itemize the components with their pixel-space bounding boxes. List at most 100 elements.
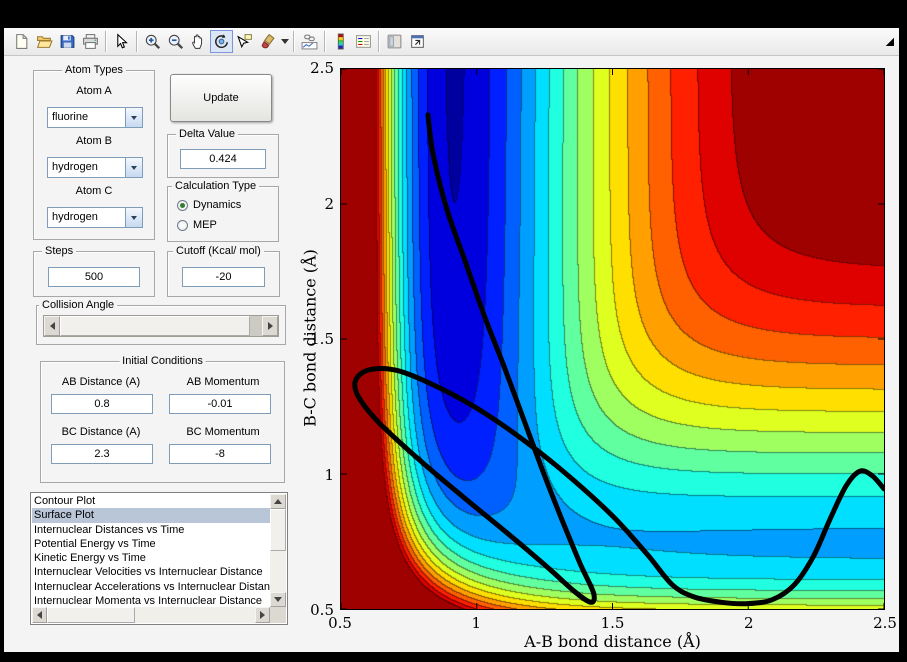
horizontal-scrollbar-thumb[interactable] [47,607,135,623]
ab-distance-input[interactable] [51,394,153,414]
delta-value-input[interactable] [180,149,266,169]
x-tick-label: 1 [471,614,482,632]
list-item[interactable]: Internuclear Accelerations vs Internucle… [32,580,270,594]
list-item[interactable]: Internuclear Distances vs Time [32,523,270,537]
atom-b-select[interactable]: hydrogen [47,157,143,178]
cutoff-panel: Cutoff (Kcal/ mol) [167,245,280,297]
radio-unselected-icon [177,219,188,231]
atom-c-value: hydrogen [52,211,98,223]
x-tick-label: 2.5 [873,614,897,632]
scroll-left-button[interactable] [32,607,47,623]
radio-dynamics[interactable]: Dynamics [177,199,241,211]
plot-type-list: Contour Plot Surface Plot Internuclear Dis… [32,494,270,607]
atom-c-select[interactable]: hydrogen [47,207,143,228]
update-button[interactable]: Update [170,74,272,122]
show-plot-tools-dock-figure-button[interactable] [406,30,429,53]
bc-momentum-input[interactable] [169,444,271,464]
toolbar [4,28,899,56]
app-window: Atom Types Atom A fluorine Atom B hydrog… [4,28,899,652]
radio-dynamics-label: Dynamics [193,199,242,211]
y-tick-label: 1 [324,465,334,484]
zoom-in-button[interactable] [141,30,164,53]
toolbar-separator [136,31,138,52]
bc-momentum-label: BC Momentum [186,426,260,438]
x-tick-label: 2 [743,614,754,632]
list-vertical-scrollbar[interactable] [270,494,286,607]
list-item[interactable]: Kinetic Energy vs Time [32,551,270,565]
toolbar-overflow-icon[interactable] [886,38,894,46]
cutoff-title: Cutoff (Kcal/ mol) [173,245,264,257]
slider-left-arrow-button[interactable] [44,316,60,336]
chevron-down-icon[interactable] [125,158,142,177]
new-figure-icon [16,34,28,49]
save-figure-button[interactable] [56,30,79,53]
initial-conditions-panel: Initial Conditions AB Distance (A) AB Mo… [40,355,285,483]
zoom-out-button[interactable] [164,30,187,53]
y-tick-label: 0.5 [310,601,334,619]
atom-b-value: hydrogen [52,161,98,173]
show-plot-tools-dock-figure-icon [411,35,424,48]
scroll-down-button[interactable] [270,592,286,607]
data-cursor-icon [237,34,252,49]
y-tick-label: 2.5 [310,59,334,77]
scroll-up-button[interactable] [270,494,286,509]
rotate-3d-button[interactable] [210,30,233,53]
x-tick-labels: 0.5 1 1.5 2 2.5 [328,614,897,634]
new-figure-button[interactable] [10,30,33,53]
insert-colorbar-icon [337,33,344,50]
data-cursor-button[interactable] [233,30,256,53]
bc-distance-label: BC Distance (A) [61,426,141,438]
open-file-button[interactable] [33,30,56,53]
radio-mep[interactable]: MEP [177,219,217,231]
insert-legend-button[interactable] [352,30,375,53]
plot-overlay [341,69,884,609]
scroll-right-button[interactable] [255,607,270,623]
chevron-down-icon[interactable] [125,108,142,127]
brush-data-button[interactable] [256,30,279,53]
calculation-type-panel: Calculation Type Dynamics MEP [167,180,279,242]
slider-thumb[interactable] [60,316,250,336]
hide-plot-tools-icon [387,34,402,49]
ab-distance-label: AB Distance (A) [61,376,141,388]
chevron-down-icon[interactable] [125,208,142,227]
steps-panel: Steps [33,245,155,297]
atom-a-select[interactable]: fluorine [47,107,143,128]
list-item[interactable]: Surface Plot [32,508,270,523]
ab-momentum-label: AB Momentum [186,376,260,388]
list-item[interactable]: Internuclear Velocities vs Internuclear … [32,565,270,579]
open-file-icon [36,36,53,48]
zoom-in-icon [145,34,161,50]
atom-types-title: Atom Types [62,64,126,76]
list-item[interactable]: Internuclear Momenta vs Internuclear Dis… [32,594,270,607]
vertical-scrollbar-thumb[interactable] [270,509,286,551]
pan-button[interactable] [187,30,210,53]
brush-data-dropdown-arrow-icon[interactable] [279,30,290,53]
insert-legend-icon [356,35,371,48]
ab-momentum-input[interactable] [169,394,271,414]
atom-b-label: Atom B [75,135,113,147]
delta-value-title: Delta Value [176,128,239,140]
list-item[interactable]: Potential Energy vs Time [32,537,270,551]
steps-title: Steps [42,245,77,257]
plot-type-listbox: Contour Plot Surface Plot Internuclear Dis… [30,492,288,625]
bc-distance-input[interactable] [51,444,153,464]
cutoff-input[interactable] [182,267,265,287]
edit-plot-icon [117,33,128,49]
insert-colorbar-button[interactable] [329,30,352,53]
slider-right-arrow-button[interactable] [262,316,278,336]
collision-angle-panel: Collision Angle [36,299,286,345]
hide-plot-tools-button[interactable] [383,30,406,53]
collision-angle-slider[interactable] [43,315,279,337]
x-tick-label: 1.5 [600,614,625,632]
link-plot-button[interactable] [298,30,321,53]
list-item[interactable]: Contour Plot [32,494,270,508]
list-horizontal-scrollbar[interactable] [32,607,270,623]
collision-angle-title: Collision Angle [39,299,118,311]
link-plot-icon [301,34,318,50]
edit-plot-button[interactable] [110,30,133,53]
save-figure-icon [60,35,75,48]
trajectory-path [352,112,884,607]
steps-input[interactable] [48,267,140,287]
x-axis-label: A-B bond distance (Å) [524,632,701,651]
print-figure-button[interactable] [79,30,102,53]
